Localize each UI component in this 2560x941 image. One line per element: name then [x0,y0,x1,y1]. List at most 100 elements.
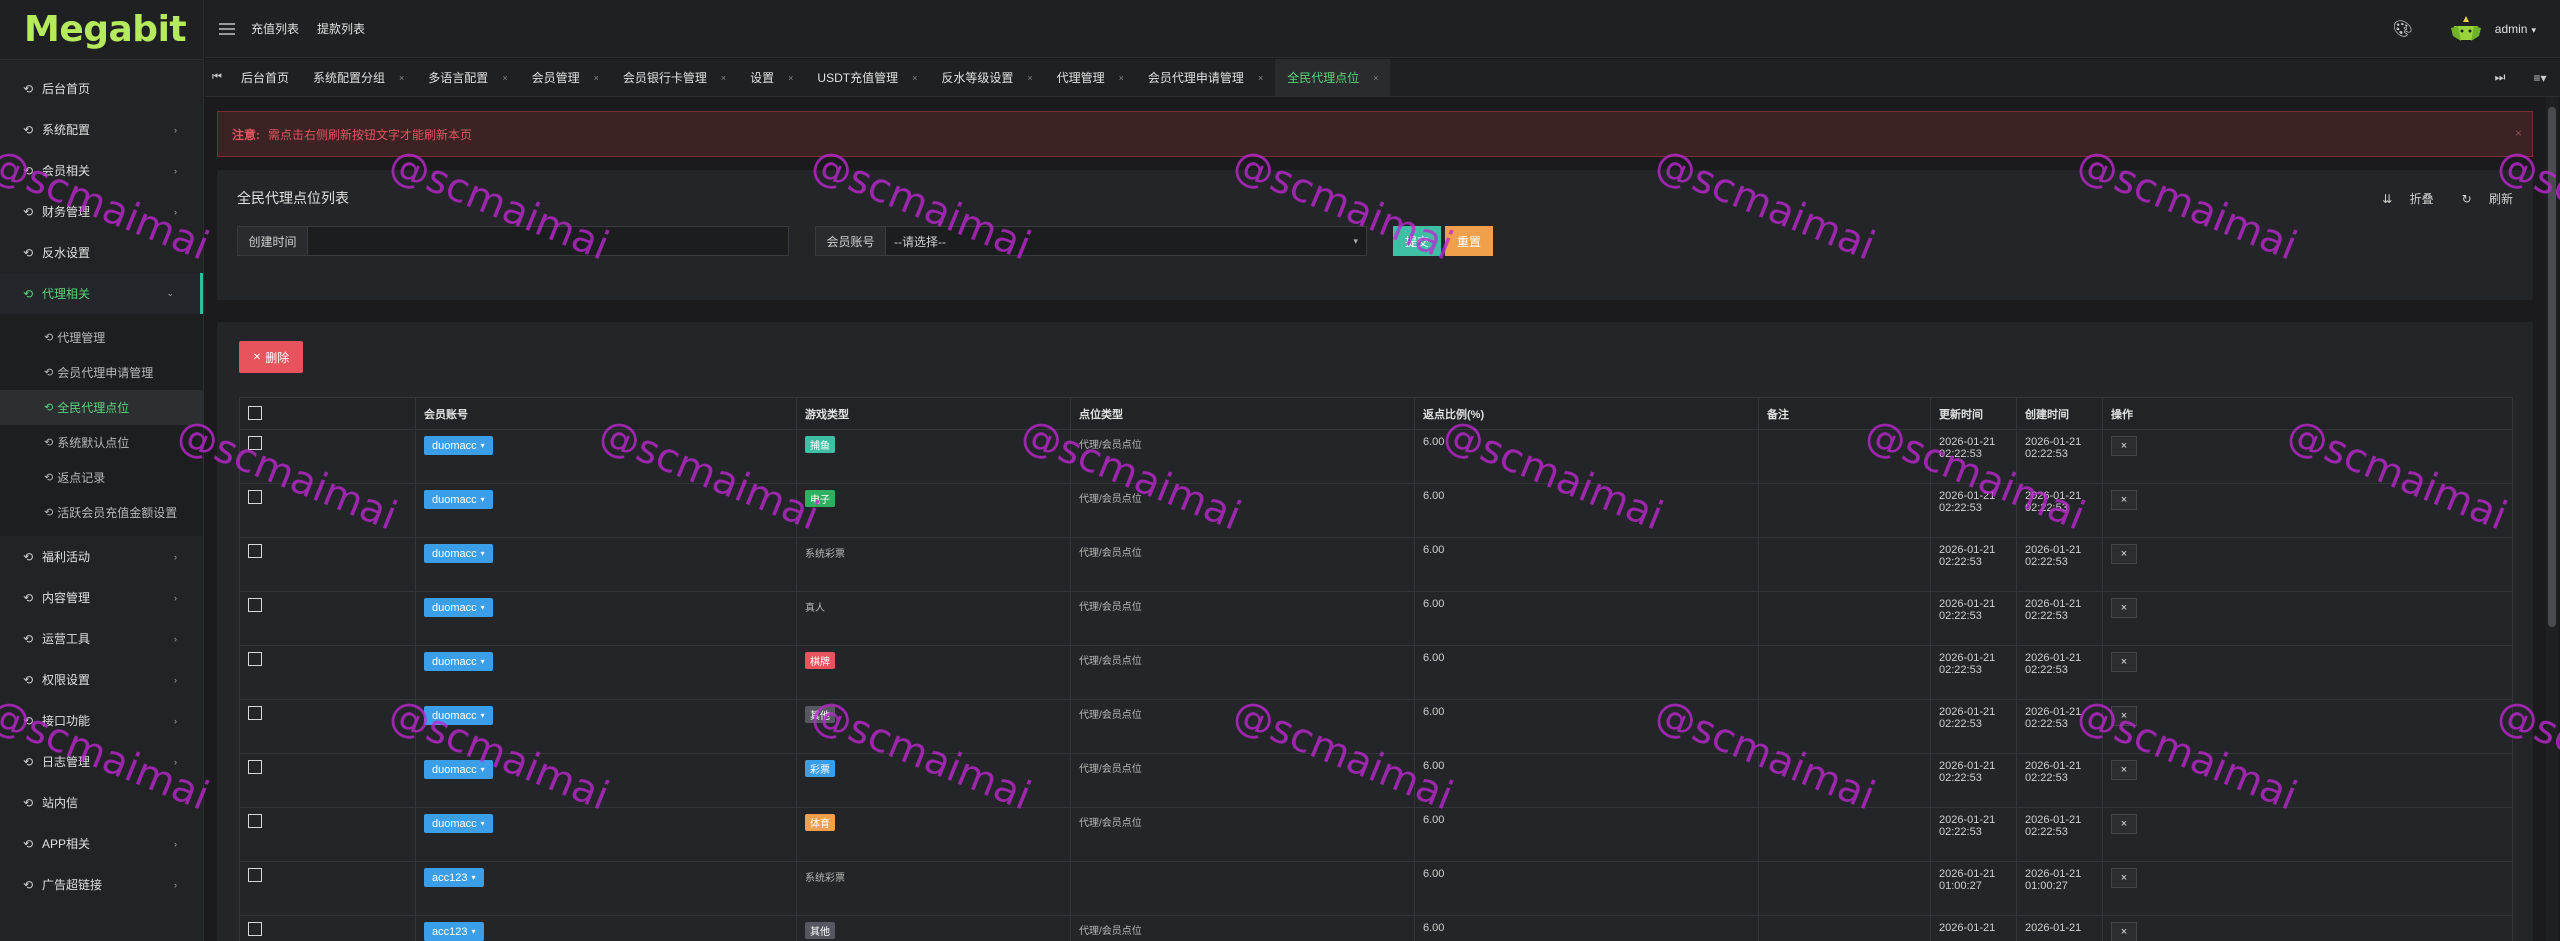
tab[interactable]: 代理管理 × [1045,59,1136,96]
col-game-type[interactable]: 游戏类型 [796,397,1071,430]
sidebar-item[interactable]: ⟲ 广告超链接 › [0,864,203,905]
tab-close-icon[interactable]: × [721,73,726,83]
sidebar-item[interactable]: ⟲ 站内信 [0,782,203,823]
sidebar-item[interactable]: ⟲ 后台首页 [0,68,203,109]
avatar[interactable] [2449,14,2483,44]
delete-row-button[interactable]: × [2111,868,2137,888]
sidebar-sub-item[interactable]: ⟲ 全民代理点位 [0,390,203,425]
account-dropdown-button[interactable]: duomacc ▾ [424,544,493,563]
account-dropdown-button[interactable]: duomacc ▾ [424,490,493,509]
select-all-checkbox[interactable] [248,406,262,420]
tab[interactable]: 多语言配置 × [416,59,519,96]
account-dropdown-button[interactable]: duomacc ▾ [424,652,493,671]
submit-button[interactable]: 提交 [1393,226,1441,256]
row-checkbox[interactable] [248,544,262,558]
delete-row-button[interactable]: × [2111,706,2137,726]
account-dropdown-button[interactable]: duomacc ▾ [424,598,493,617]
tab[interactable]: 后台首页 [229,59,301,96]
delete-row-button[interactable]: × [2111,814,2137,834]
collapse-button[interactable]: ⇊ 折叠 [2368,190,2433,207]
tab-close-icon[interactable]: × [788,73,793,83]
sidebar-item[interactable]: ⟲ 代理相关 ⌄ [0,273,203,314]
sidebar-sub-item[interactable]: ⟲ 代理管理 [0,320,203,355]
row-checkbox[interactable] [248,598,262,612]
tab-close-icon[interactable]: × [502,73,507,83]
tab-menu-icon[interactable]: ≡▾ [2520,71,2560,85]
tab-close-icon[interactable]: × [912,73,917,83]
row-checkbox[interactable] [248,652,262,666]
account-select[interactable]: --请选择-- ▾ [886,227,1366,255]
row-checkbox[interactable] [248,760,262,774]
delete-row-button[interactable]: × [2111,922,2137,941]
sidebar-item[interactable]: ⟲ 反水设置 [0,232,203,273]
top-link-withdraw-list[interactable]: 提款列表 [317,20,365,37]
account-dropdown-button[interactable]: duomacc ▾ [424,436,493,455]
delete-row-button[interactable]: × [2111,490,2137,510]
delete-row-button[interactable]: × [2111,544,2137,564]
tab[interactable]: 设置 × [738,59,805,96]
col-ratio[interactable]: 返点比例(%) [1414,397,1759,430]
delete-row-button[interactable]: × [2111,598,2137,618]
tab-scroll-left-icon[interactable]: ⏮ [205,59,229,96]
logo[interactable]: Megabit [0,0,203,60]
close-icon[interactable]: × [2515,126,2522,140]
account-dropdown-button[interactable]: duomacc ▾ [424,814,493,833]
theme-palette-icon[interactable]: 🎨︎ [2392,19,2412,39]
row-checkbox[interactable] [248,706,262,720]
tab-scroll-right-icon[interactable]: ⏭ [2480,70,2520,85]
sidebar-sub-item[interactable]: ⟲ 活跃会员充值金额设置 [0,495,203,530]
reset-button[interactable]: 重置 [1445,226,1493,256]
row-checkbox[interactable] [248,490,262,504]
col-updated[interactable]: 更新时间 [1930,397,2017,430]
delete-row-button[interactable]: × [2111,652,2137,672]
row-checkbox[interactable] [248,436,262,450]
top-link-recharge-list[interactable]: 充值列表 [251,20,299,37]
delete-row-button[interactable]: × [2111,760,2137,780]
row-checkbox[interactable] [248,922,262,936]
sidebar-item[interactable]: ⟲ 权限设置 › [0,659,203,700]
col-point-type[interactable]: 点位类型 [1070,397,1415,430]
row-checkbox[interactable] [248,814,262,828]
sidebar-item[interactable]: ⟲ 运营工具 › [0,618,203,659]
tab[interactable]: 会员代理申请管理 × [1136,59,1275,96]
col-note[interactable]: 备注 [1758,397,1931,430]
tab-close-icon[interactable]: × [1373,73,1378,83]
tab[interactable]: 会员银行卡管理 × [611,59,738,96]
account-dropdown-button[interactable]: duomacc ▾ [424,706,493,725]
page-scrollbar[interactable] [2546,97,2558,941]
tab-close-icon[interactable]: × [1119,73,1124,83]
tab-close-icon[interactable]: × [1258,73,1263,83]
sidebar-sub-item[interactable]: ⟲ 返点记录 [0,460,203,495]
delete-row-button[interactable]: × [2111,436,2137,456]
created-time-input[interactable] [308,227,788,255]
sidebar-item[interactable]: ⟲ 内容管理 › [0,577,203,618]
tab-close-icon[interactable]: × [399,73,404,83]
sidebar-item[interactable]: ⟲ 会员相关 › [0,150,203,191]
sidebar-item[interactable]: ⟲ 系统配置 › [0,109,203,150]
tab[interactable]: USDT充值管理 × [805,59,929,96]
menu-toggle-icon[interactable] [219,22,235,35]
delete-button[interactable]: ✕ 删除 [239,341,303,373]
sidebar-item[interactable]: ⟲ 福利活动 › [0,536,203,577]
tab[interactable]: 会员管理 × [520,59,611,96]
row-checkbox[interactable] [248,868,262,882]
col-account[interactable]: 会员账号 [415,397,797,430]
sidebar-item[interactable]: ⟲ APP相关 › [0,823,203,864]
tab[interactable]: 反水等级设置 × [929,59,1044,96]
tab[interactable]: 系统配置分组 × [301,59,416,96]
sidebar-sub-item[interactable]: ⟲ 会员代理申请管理 [0,355,203,390]
col-created[interactable]: 创建时间 [2016,397,2103,430]
account-dropdown-button[interactable]: acc123 ▾ [424,868,484,887]
account-dropdown-button[interactable]: duomacc ▾ [424,760,493,779]
scrollbar-thumb[interactable] [2548,107,2556,627]
sidebar-item[interactable]: ⟲ 接口功能 › [0,700,203,741]
tab[interactable]: 全民代理点位 × [1275,59,1391,96]
sidebar-item[interactable]: ⟲ 日志管理 › [0,741,203,782]
sidebar-sub-item[interactable]: ⟲ 系统默认点位 [0,425,203,460]
refresh-button[interactable]: ↻ 刷新 [2448,190,2513,207]
tab-close-icon[interactable]: × [594,73,599,83]
tab-close-icon[interactable]: × [1027,73,1032,83]
account-dropdown-button[interactable]: acc123 ▾ [424,922,484,941]
sidebar-item[interactable]: ⟲ 财务管理 › [0,191,203,232]
user-menu[interactable]: admin ▾ [2495,22,2536,36]
